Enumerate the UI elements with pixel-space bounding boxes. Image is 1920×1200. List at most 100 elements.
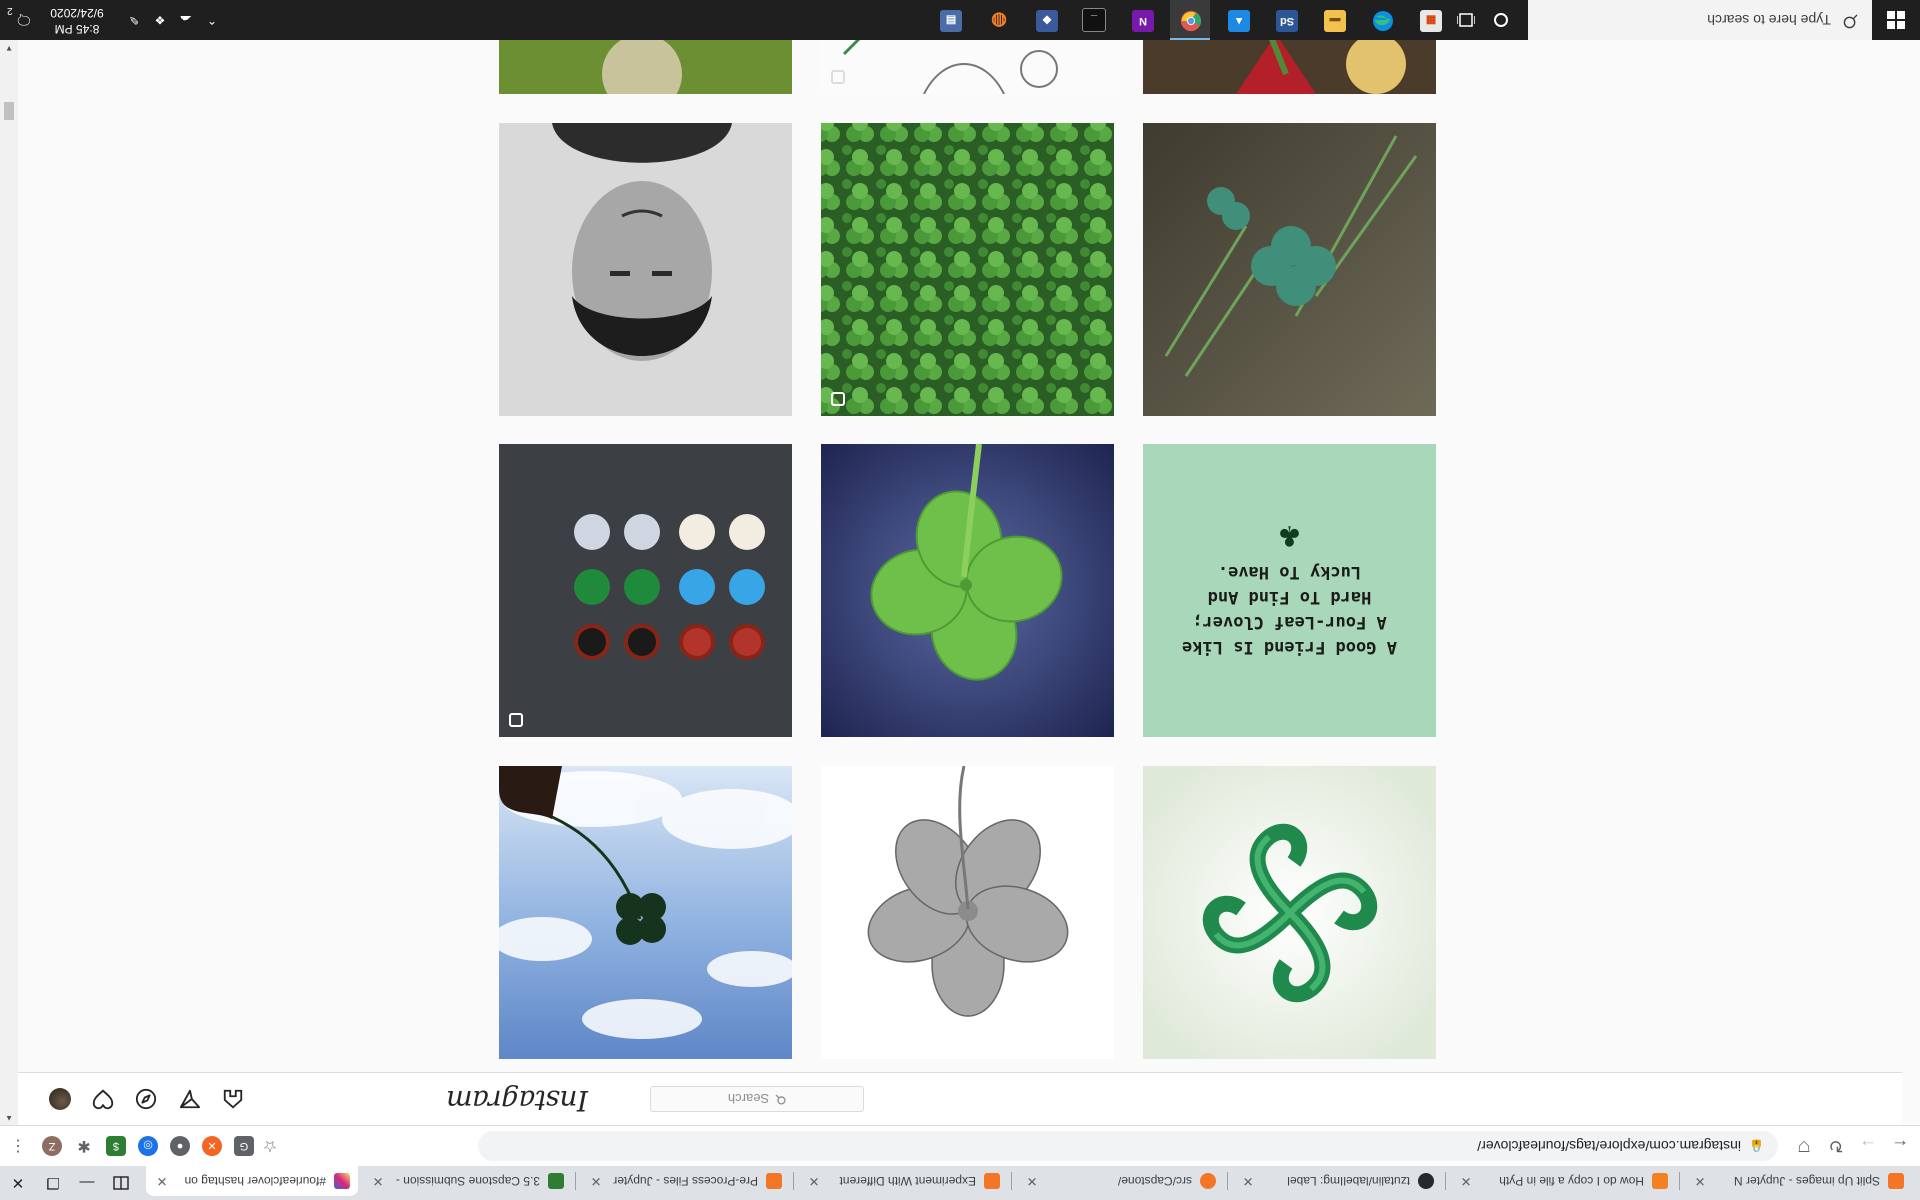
scroll-up-arrow-icon[interactable]: ▲ xyxy=(4,1111,14,1123)
quote-line-1: A Good Friend Is Like xyxy=(1182,637,1397,657)
address-bar[interactable]: 🔒 instagram.com/explore/tags/fourleafclo… xyxy=(478,1131,1778,1161)
bw-portrait-post[interactable] xyxy=(499,123,792,416)
extension-green-icon[interactable]: $ xyxy=(106,1136,126,1156)
tab-title: Pre-Process Files - Jupyter xyxy=(613,1174,758,1188)
star-icon[interactable]: ☆ xyxy=(256,1132,284,1160)
tab-copy-file-python[interactable]: How do I copy a file in Pyth ✕ xyxy=(1450,1166,1676,1196)
menu-kebab-icon[interactable]: ⋮ xyxy=(4,1132,32,1160)
close-tab-icon[interactable]: ✕ xyxy=(1458,1173,1474,1189)
scroll-down-arrow-icon[interactable]: ▼ xyxy=(4,41,14,53)
dropbox-icon[interactable]: ❖ xyxy=(152,12,168,28)
tab-src-capstone[interactable]: src/Capstone/ ✕ xyxy=(1016,1166,1224,1196)
page-scrollbar[interactable]: ▲ ▼ xyxy=(0,40,18,1125)
edge-icon[interactable] xyxy=(1372,10,1394,32)
clover-field-icon xyxy=(821,123,1114,416)
file-explorer-icon[interactable]: ▬ xyxy=(1324,10,1346,32)
pen-icon[interactable]: ✎ xyxy=(126,12,142,28)
profile-avatar[interactable]: Z xyxy=(42,1136,62,1156)
bookmark-icon[interactable]: ⛉ xyxy=(1790,1132,1818,1160)
tab-split-up-images[interactable]: Split Up images - Jupyter N ✕ xyxy=(1684,1166,1912,1196)
reload-button[interactable]: ↻ xyxy=(1822,1132,1850,1160)
onenote-icon[interactable]: N xyxy=(1132,10,1154,32)
extension-blue-icon[interactable]: ◎ xyxy=(138,1136,158,1156)
clock-date: 9/24/2020 xyxy=(50,6,104,20)
close-tab-icon[interactable]: ✕ xyxy=(1692,1173,1708,1189)
clock-time: 8:45 PM xyxy=(54,22,100,36)
onedrive-icon[interactable]: ☁ xyxy=(178,12,194,28)
close-tab-icon[interactable]: ✕ xyxy=(588,1173,604,1189)
active-app-highlight xyxy=(1170,0,1210,40)
jupyter-favicon-icon xyxy=(1200,1173,1216,1189)
jupyter-favicon-icon xyxy=(766,1173,782,1189)
close-window-button[interactable]: ✕ xyxy=(0,1166,36,1200)
tab-experiment[interactable]: Experiment With Different ✕ xyxy=(798,1166,1008,1196)
extensions-puzzle-icon[interactable]: ✱ xyxy=(74,1136,94,1156)
quote-line-2: A Four-Leaf Clover; xyxy=(1192,612,1387,632)
photoshop-icon[interactable]: Sd xyxy=(1276,10,1298,32)
extension-x-icon[interactable]: ✕ xyxy=(202,1136,222,1156)
notifications-icon[interactable]: 🗨 2 xyxy=(7,6,36,32)
tab-search-icon[interactable] xyxy=(106,1166,136,1200)
instagram-header: Instagram Search xyxy=(0,1072,1902,1125)
activity-icon[interactable] xyxy=(91,1087,115,1111)
start-button[interactable] xyxy=(1872,0,1920,40)
taskbar-search-input[interactable]: Type here to search xyxy=(1528,0,1872,40)
home-icon[interactable] xyxy=(221,1087,245,1111)
photos-icon[interactable]: ▲ xyxy=(1228,10,1250,32)
clover-on-ground-post[interactable] xyxy=(1143,123,1436,416)
profile-avatar-icon[interactable] xyxy=(48,1087,72,1111)
notification-count-badge: 2 xyxy=(7,5,13,17)
instagram-logo[interactable]: Instagram xyxy=(447,1084,588,1117)
explore-icon[interactable] xyxy=(134,1087,158,1111)
tab-title: #fourleafclover hashtag on xyxy=(184,1174,326,1188)
close-tab-icon[interactable]: ✕ xyxy=(1240,1173,1256,1189)
anaconda-icon[interactable]: ◆ xyxy=(1036,10,1058,32)
direct-icon[interactable] xyxy=(178,1087,202,1111)
minimize-button[interactable]: — xyxy=(70,1166,104,1200)
jupyter-app-icon[interactable]: ◍ xyxy=(988,10,1010,32)
four-leaf-clover-closeup-post[interactable] xyxy=(821,444,1114,737)
close-tab-icon[interactable]: ✕ xyxy=(154,1173,170,1189)
tab-pre-process-files[interactable]: Pre-Process Files - Jupyter ✕ xyxy=(580,1166,790,1196)
tab-labelimg[interactable]: tzutalin/labelImg: Label ✕ xyxy=(1232,1166,1442,1196)
scroll-thumb[interactable] xyxy=(4,102,14,120)
office-app-icon[interactable]: ▦ xyxy=(1420,10,1442,32)
restore-button[interactable]: ❐ xyxy=(36,1166,70,1200)
drawn-flower-petals-post[interactable] xyxy=(821,766,1114,1059)
close-tab-icon[interactable]: ✕ xyxy=(370,1173,386,1189)
terminal-icon[interactable]: _ xyxy=(1082,8,1106,32)
tab-title: 3.5 Capstone Submission - xyxy=(395,1174,540,1188)
multi-post-icon xyxy=(509,713,523,727)
cortana-icon[interactable] xyxy=(1487,6,1515,34)
task-view-icon[interactable] xyxy=(1452,6,1480,34)
clover-sky-icon xyxy=(499,766,792,1039)
windows-logo-icon xyxy=(1887,11,1905,29)
extension-g-icon[interactable]: G xyxy=(234,1136,254,1156)
taskbar-search-placeholder: Type here to search xyxy=(1707,12,1831,28)
extension-circle-icon[interactable]: ● xyxy=(170,1136,190,1156)
clover-against-sky-post[interactable] xyxy=(499,766,792,1059)
clover-logo-emblem-post[interactable] xyxy=(1143,766,1436,1059)
tab-fourleafclover[interactable]: #fourleafclover hashtag on ✕ xyxy=(146,1166,358,1196)
close-tab-icon[interactable]: ✕ xyxy=(1024,1173,1040,1189)
clover-ground-icon xyxy=(1164,135,1418,377)
clover-field-post[interactable] xyxy=(821,123,1114,416)
portrait-icon xyxy=(499,123,792,416)
back-button[interactable]: ← xyxy=(1886,1132,1914,1160)
small-clover-icon: ♣ xyxy=(1279,515,1300,555)
tab-capstone-submission[interactable]: 3.5 Capstone Submission - ✕ xyxy=(362,1166,572,1196)
forward-button[interactable]: → xyxy=(1854,1132,1882,1160)
store-icon[interactable]: ▤ xyxy=(940,10,962,32)
clover-earrings-post[interactable] xyxy=(499,444,792,737)
browser-tab-strip: Split Up images - Jupyter N ✕ How do I c… xyxy=(0,1166,1920,1200)
clover-earrings-icon xyxy=(574,514,765,660)
tab-title: tzutalin/labelImg: Label xyxy=(1287,1174,1410,1188)
search-input[interactable]: Search xyxy=(650,1086,864,1112)
tab-title: Experiment With Different xyxy=(839,1174,977,1188)
quote-card-post[interactable]: A Good Friend Is Like A Four-Leaf Clover… xyxy=(1143,444,1436,737)
close-tab-icon[interactable]: ✕ xyxy=(806,1173,822,1189)
show-hidden-icons-icon[interactable]: ⌃ xyxy=(204,12,220,28)
search-placeholder: Search xyxy=(727,1091,770,1107)
taskbar-clock[interactable]: 8:45 PM 9/24/2020 xyxy=(42,5,112,37)
tab-title: Split Up images - Jupyter N xyxy=(1733,1174,1880,1188)
